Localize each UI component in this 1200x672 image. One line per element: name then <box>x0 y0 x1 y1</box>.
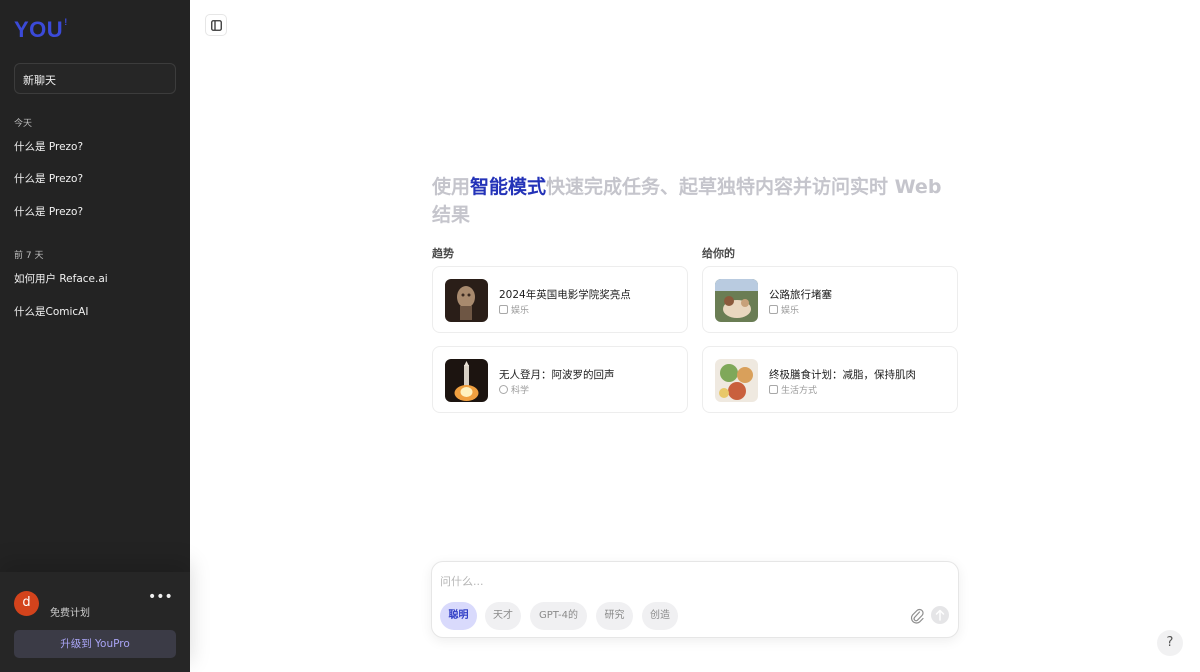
help-button[interactable]: ? <box>1157 630 1183 656</box>
history-section-week: 前 7 天 <box>14 251 44 261</box>
card-category-label: 科学 <box>511 386 530 396</box>
hero-prefix: 使用 <box>432 176 471 198</box>
prompt-input[interactable] <box>440 572 900 590</box>
card-title: 公路旅行堵塞 <box>769 289 832 301</box>
card-thumbnail <box>445 359 488 402</box>
suggestion-card[interactable]: 终极膳食计划：减脂，保持肌肉 生活方式 <box>702 346 958 413</box>
suggestion-card[interactable]: 公路旅行堵塞 娱乐 <box>702 266 958 333</box>
card-title: 2024年英国电影学院奖亮点 <box>499 289 631 301</box>
history-section-today: 今天 <box>14 119 33 129</box>
hero-highlight: 智能模式 <box>470 176 547 198</box>
new-chat-button[interactable]: 新聊天 <box>14 63 176 94</box>
card-category: 娱乐 <box>499 303 529 316</box>
card-category-label: 娱乐 <box>781 306 800 316</box>
card-thumbnail <box>445 279 488 322</box>
arrow-up-icon <box>935 609 945 621</box>
mode-create-chip[interactable]: 创造 <box>642 602 678 630</box>
attach-icon[interactable] <box>910 608 924 624</box>
logo-mark-icon: ! <box>64 16 68 27</box>
history-item[interactable]: 什么是 Prezo? <box>14 204 179 219</box>
science-icon <box>499 385 508 394</box>
logo-text: YOU <box>14 17 64 42</box>
sidebar: YOU! 新聊天 今天 什么是 Prezo? 什么是 Prezo? 什么是 Pr… <box>0 0 190 672</box>
mode-research-chip[interactable]: 研究 <box>596 602 633 630</box>
card-title: 无人登月：阿波罗的回声 <box>499 369 615 381</box>
film-icon <box>499 305 508 314</box>
history-item[interactable]: 如何用户 Reface.ai <box>14 271 179 286</box>
mode-smart-chip[interactable]: 聪明 <box>440 602 477 630</box>
for-you-label: 给你的 <box>702 247 735 260</box>
user-area: d 免费计划 ••• 升级到 YouPro <box>0 572 190 672</box>
card-category: 娱乐 <box>769 303 799 316</box>
card-category: 生活方式 <box>769 383 817 396</box>
mode-genius-chip[interactable]: 天才 <box>485 602 521 630</box>
trending-label: 趋势 <box>432 247 454 260</box>
chat-composer: 聪明 天才 GPT-4的 研究 创造 <box>431 561 959 638</box>
card-title: 终极膳食计划：减脂，保持肌肉 <box>769 369 916 381</box>
sidebar-toggle-button[interactable] <box>205 14 227 36</box>
send-button[interactable] <box>931 606 949 624</box>
suggestion-card[interactable]: 2024年英国电影学院奖亮点 娱乐 <box>432 266 688 333</box>
more-options-button[interactable]: ••• <box>148 590 173 608</box>
card-category-label: 娱乐 <box>511 306 530 316</box>
home-icon <box>769 385 778 394</box>
film-icon <box>769 305 778 314</box>
card-thumbnail <box>715 279 758 322</box>
mode-gpt4-chip[interactable]: GPT-4的 <box>530 602 587 630</box>
history-item[interactable]: 什么是 Prezo? <box>14 171 179 186</box>
hero-headline: 使用智能模式快速完成任务、起草独特内容并访问实时 Web 结果 <box>432 173 962 229</box>
card-category-label: 生活方式 <box>781 386 818 396</box>
suggestion-card[interactable]: 无人登月：阿波罗的回声 科学 <box>432 346 688 413</box>
history-item[interactable]: 什么是ComicAI <box>14 304 179 319</box>
you-logo[interactable]: YOU! <box>14 17 68 43</box>
card-thumbnail <box>715 359 758 402</box>
user-plan: 免费计划 <box>50 608 90 619</box>
upgrade-button[interactable]: 升级到 YouPro <box>14 630 176 658</box>
avatar[interactable]: d <box>14 591 39 616</box>
history-item[interactable]: 什么是 Prezo? <box>14 139 179 154</box>
sidebar-toggle-icon <box>211 20 222 31</box>
card-category: 科学 <box>499 383 529 396</box>
